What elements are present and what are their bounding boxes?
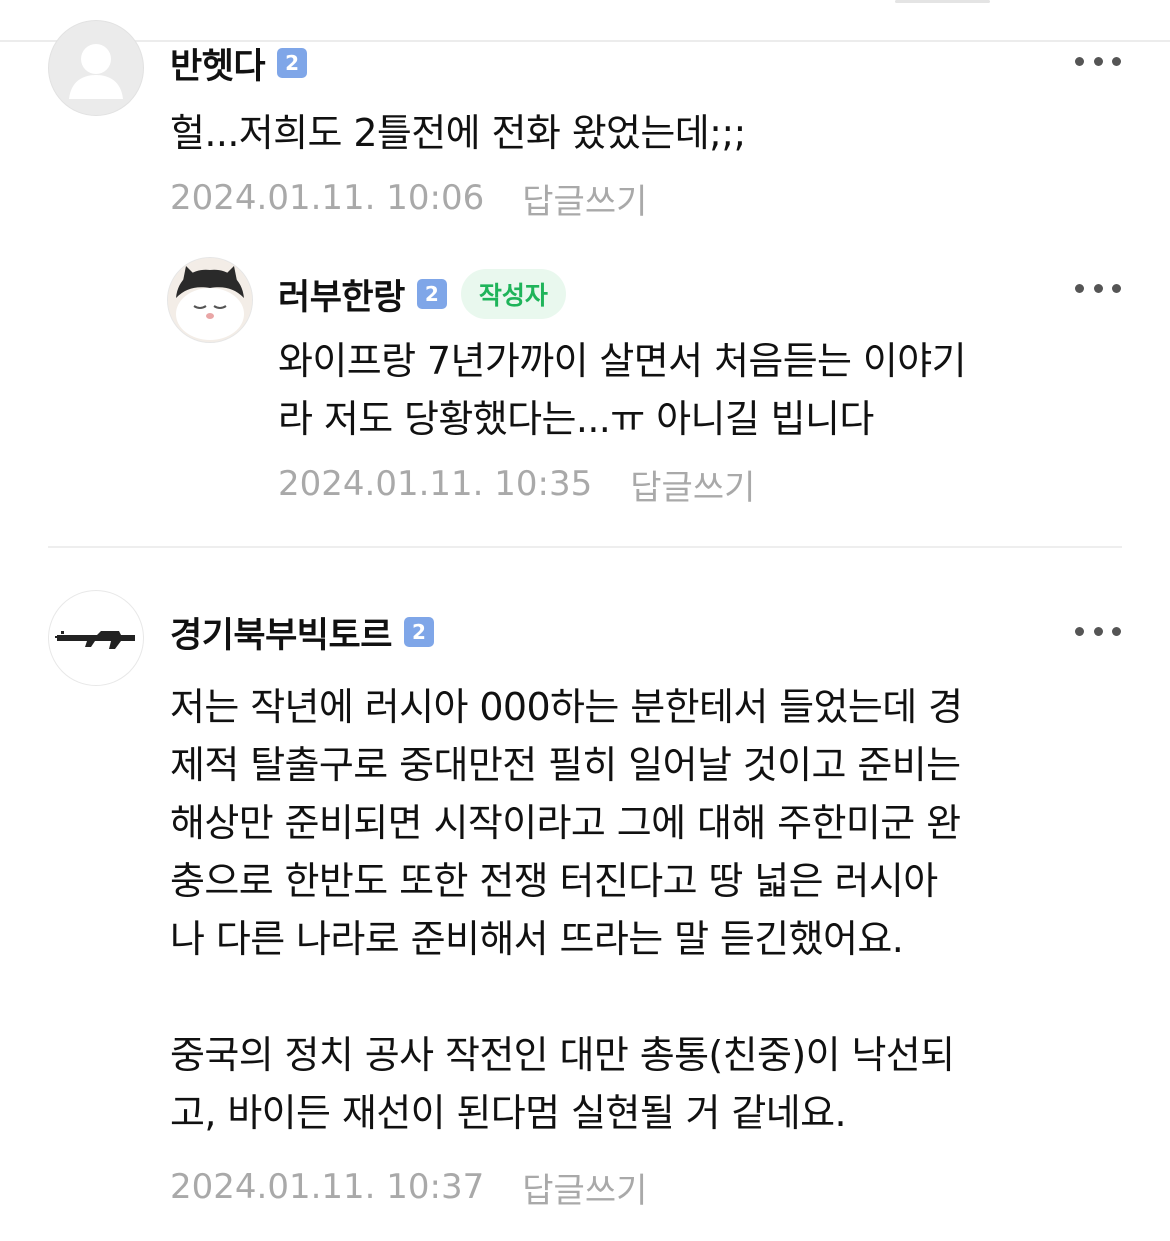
comment-list: 반헷다 2 헐...저희도 2틀전에 전화 왔었는데;;; 2024.01.11… [0, 0, 1170, 1241]
cat-profile-icon[interactable] [167, 257, 253, 343]
comment-text: 저는 작년에 러시아 000하는 분한테서 들었는데 경 제적 탈출구로 중대만… [170, 685, 963, 1135]
dot-icon [1075, 56, 1084, 66]
default-profile-icon[interactable] [48, 20, 144, 116]
dot-icon [1112, 56, 1121, 66]
nickname[interactable]: 러부한랑 [278, 269, 405, 320]
dot-icon [1112, 626, 1121, 636]
dot-icon [1112, 283, 1121, 293]
reply-button[interactable]: 답글쓰기 [522, 174, 647, 223]
comment-date: 2024.01.11. 10:37 [170, 1167, 485, 1207]
comment-meta: 2024.01.11. 10:37 답글쓰기 [170, 1163, 647, 1211]
comment-meta: 2024.01.11. 10:06 답글쓰기 [170, 174, 647, 222]
level-badge: 2 [416, 279, 447, 309]
comment-header: 러부한랑 2 작성자 [278, 269, 566, 319]
comment-text: 와이프랑 7년가까이 살면서 처음듣는 이야기 라 저도 당황했다는...ㅠ 아… [278, 339, 967, 441]
level-badge: 2 [403, 617, 434, 647]
comment-date: 2024.01.11. 10:06 [170, 178, 485, 218]
nickname[interactable]: 경기북부빅토르 [170, 607, 392, 658]
reply-button[interactable]: 답글쓰기 [522, 1163, 647, 1212]
dot-icon [1075, 283, 1084, 293]
dot-icon [1075, 626, 1084, 636]
nickname[interactable]: 반헷다 [170, 38, 266, 89]
dot-icon [1093, 283, 1103, 293]
comment-date: 2024.01.11. 10:35 [278, 464, 593, 504]
dot-icon [1093, 626, 1103, 636]
more-options-button[interactable] [1073, 273, 1123, 303]
level-badge: 2 [277, 48, 308, 78]
comment-divider [48, 546, 1122, 548]
comment-header: 경기북부빅토르 2 [170, 607, 434, 657]
top-scroll-indicator [895, 0, 990, 3]
dot-icon [1093, 56, 1103, 66]
more-options-button[interactable] [1073, 616, 1123, 646]
comment-text: 헐...저희도 2틀전에 전화 왔었는데;;; [170, 111, 746, 155]
more-options-button[interactable] [1073, 46, 1123, 76]
comment-header: 반헷다 2 [170, 38, 308, 89]
rifle-profile-icon[interactable] [48, 590, 144, 686]
reply-button[interactable]: 답글쓰기 [630, 460, 755, 509]
comment-meta: 2024.01.11. 10:35 답글쓰기 [278, 460, 755, 508]
author-badge: 작성자 [460, 269, 566, 319]
